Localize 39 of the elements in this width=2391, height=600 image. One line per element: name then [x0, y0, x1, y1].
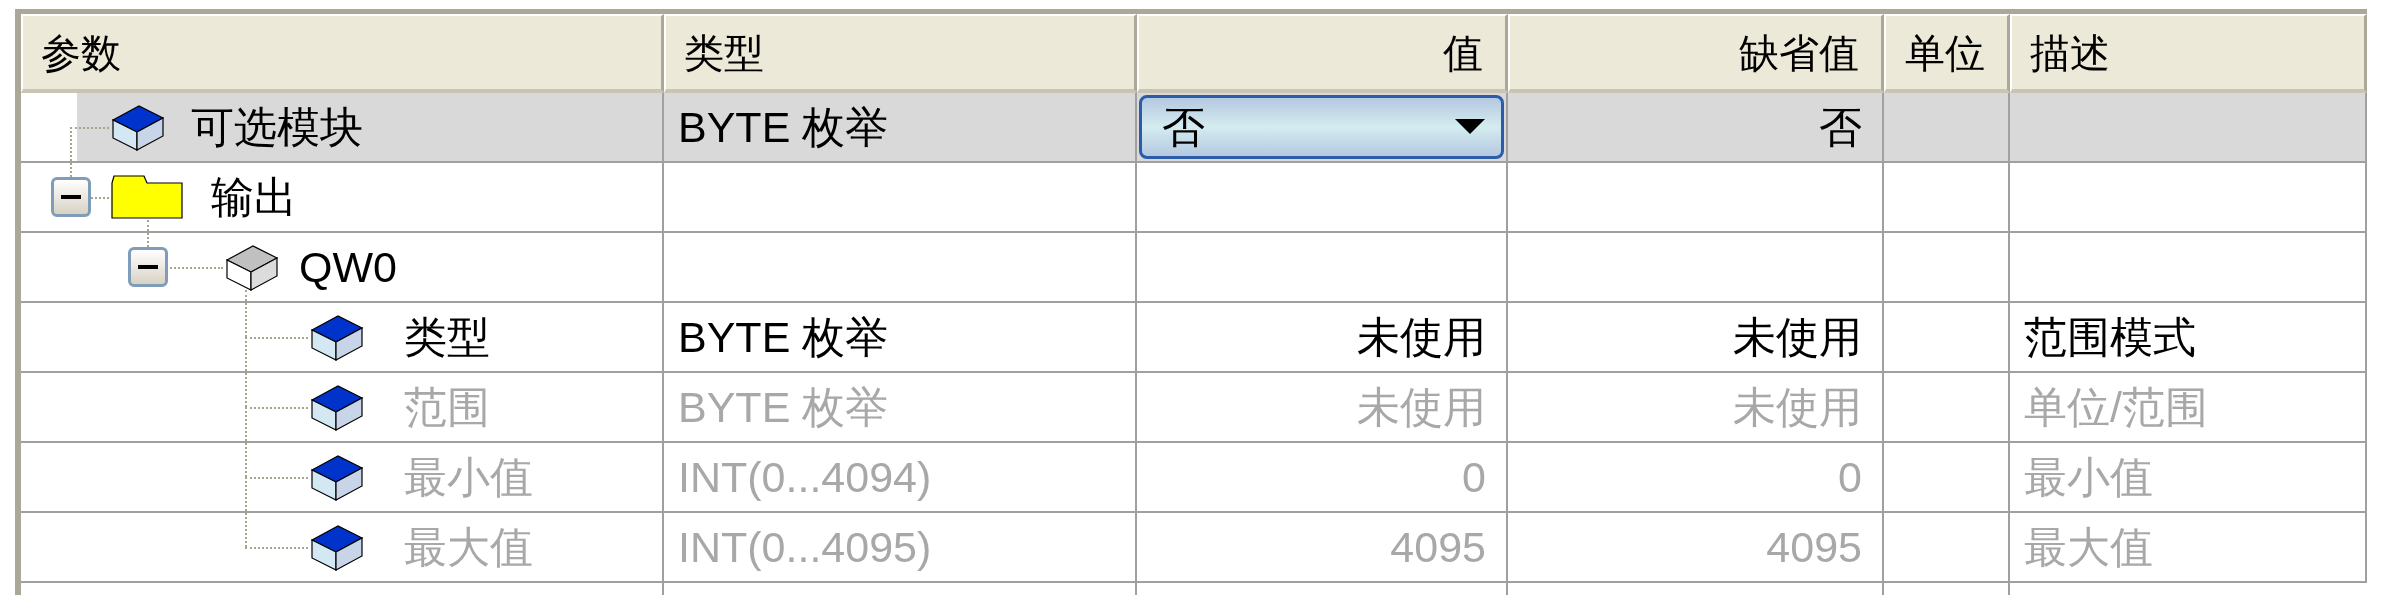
node-label: 类型 — [404, 315, 490, 359]
table-row[interactable]: 输出 — [21, 163, 2367, 233]
description-cell: 单位/范围 — [2024, 385, 2208, 429]
value-cell: 0 — [1462, 455, 1486, 499]
node-label: QW0 — [299, 245, 397, 289]
node-label: 最小值 — [404, 455, 533, 499]
default-cell: 未使用 — [1733, 315, 1862, 359]
default-cell: 否 — [1819, 105, 1862, 149]
folder-icon — [111, 175, 183, 219]
column-header[interactable]: 参数 — [21, 14, 664, 93]
default-cell: 0 — [1838, 455, 1862, 499]
type-cell: INT(0...4095) — [678, 525, 932, 569]
type-cell: BYTE 枚举 — [678, 385, 889, 429]
column-header[interactable]: 描述 — [2010, 14, 2367, 93]
value-cell: 4095 — [1390, 525, 1486, 569]
caret-icon — [1455, 119, 1485, 135]
node-label: 可选模块 — [191, 105, 363, 149]
node-label: 输出 — [211, 175, 297, 219]
default-cell: 未使用 — [1733, 385, 1862, 429]
node-label: 最大值 — [404, 525, 533, 569]
description-cell: 范围模式 — [2024, 315, 2196, 359]
column-header[interactable]: 缺省值 — [1508, 14, 1884, 93]
column-header[interactable]: 单位 — [1884, 14, 2010, 93]
type-cell: BYTE 枚举 — [678, 105, 889, 149]
description-cell: 最大值 — [2024, 525, 2153, 569]
collapse-icon[interactable] — [51, 177, 91, 217]
value-dropdown[interactable]: 否 — [1139, 95, 1504, 159]
description-cell: 最小值 — [2024, 455, 2153, 499]
column-header[interactable]: 类型 — [664, 14, 1137, 93]
collapse-icon[interactable] — [128, 247, 168, 287]
table-row[interactable]: QW0 — [21, 233, 2367, 303]
node-label: 范围 — [404, 385, 490, 429]
value-cell: 未使用 — [1357, 385, 1486, 429]
value-cell: 未使用 — [1357, 315, 1486, 359]
default-cell: 4095 — [1766, 525, 1862, 569]
type-cell: BYTE 枚举 — [678, 315, 889, 359]
type-cell: INT(0...4094) — [678, 455, 932, 499]
table-row[interactable]: 可选模块 BYTE 枚举 否 否 — [21, 93, 2367, 163]
table-row[interactable]: 类型 BYTE 枚举 未使用 未使用 范围模式 — [21, 303, 2367, 373]
